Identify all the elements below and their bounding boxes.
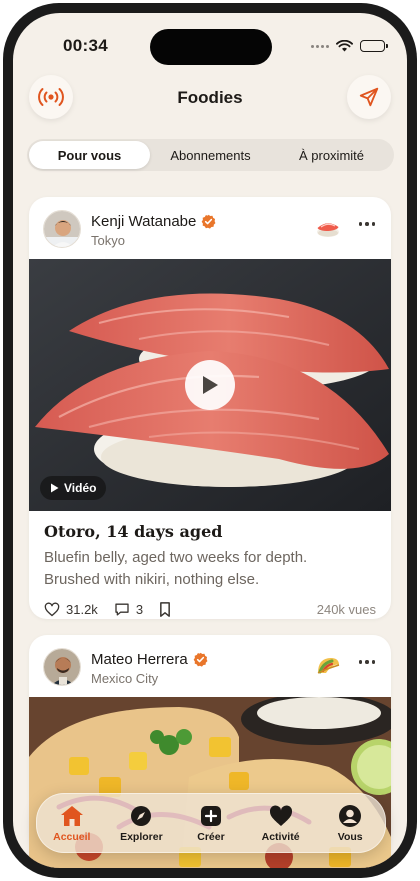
- tab-following[interactable]: Abonnements: [150, 141, 271, 169]
- author-row: Kenji Watanabe: [91, 213, 216, 230]
- more-options-icon[interactable]: [358, 660, 375, 664]
- sushi-emoji-icon: [317, 223, 339, 237]
- video-badge: Vidéo: [40, 476, 107, 500]
- post-actions: 31.2k 3: [44, 602, 179, 617]
- verified-icon: [202, 214, 216, 229]
- bottom-tab-bar: Accueil Explorer Créer Activité Vous: [36, 793, 386, 853]
- heart-outline-icon: [44, 602, 60, 617]
- taco-emoji-icon: [317, 658, 340, 674]
- verified-icon: [193, 652, 208, 667]
- feed-tabs: Pour vous Abonnements À proximité: [27, 139, 394, 171]
- heart-icon: [269, 804, 292, 826]
- like-count: 31.2k: [66, 602, 98, 617]
- author-name[interactable]: Kenji Watanabe: [91, 213, 196, 230]
- send-icon: [359, 87, 379, 107]
- avatar[interactable]: [43, 648, 81, 686]
- play-small-icon: [51, 483, 59, 493]
- wifi-icon: [336, 40, 353, 52]
- tab-for-you[interactable]: Pour vous: [29, 141, 150, 169]
- nav-explore-label: Explorer: [120, 830, 163, 843]
- author-row: Mateo Herrera: [91, 651, 208, 668]
- author-location: Mexico City: [91, 671, 159, 686]
- nav-home[interactable]: Accueil: [37, 794, 107, 852]
- play-icon: [203, 376, 218, 394]
- author-name[interactable]: Mateo Herrera: [91, 651, 188, 668]
- nav-activity-label: Activité: [261, 830, 300, 843]
- home-icon: [60, 805, 83, 826]
- post-header: Mateo Herrera Mexico City: [29, 635, 391, 697]
- status-icons: [311, 40, 388, 52]
- comment-button[interactable]: 3: [114, 602, 143, 617]
- bookmark-icon: [160, 602, 170, 617]
- post-card[interactable]: Kenji Watanabe Tokyo Vidéo Otoro, 14 day…: [29, 197, 391, 619]
- screen: 00:34 Foodies Pour vous Abonnements À pr…: [13, 13, 407, 868]
- nav-create-label: Créer: [197, 830, 225, 843]
- video-badge-label: Vidéo: [64, 481, 97, 495]
- status-time: 00:34: [63, 36, 108, 55]
- comment-icon: [115, 603, 129, 616]
- post-video[interactable]: Vidéo: [29, 259, 391, 511]
- avatar[interactable]: [43, 210, 81, 248]
- send-button[interactable]: [347, 75, 391, 119]
- view-count: 240k vues: [316, 602, 376, 617]
- save-button[interactable]: [159, 602, 171, 617]
- nav-profile[interactable]: Vous: [315, 794, 385, 852]
- nav-activity[interactable]: Activité: [246, 794, 316, 852]
- compass-icon: [131, 805, 152, 826]
- tab-nearby[interactable]: À proximité: [271, 141, 392, 169]
- post-header: Kenji Watanabe Tokyo: [29, 197, 391, 259]
- comment-count: 3: [135, 602, 144, 617]
- profile-icon: [339, 804, 362, 827]
- nav-profile-label: Vous: [337, 830, 363, 843]
- post-description: Bluefin belly, aged two weeks for depth.…: [44, 549, 308, 588]
- nav-create[interactable]: Créer: [176, 794, 246, 852]
- battery-icon: [360, 40, 388, 52]
- nav-explore[interactable]: Explorer: [107, 794, 177, 852]
- cellular-signal-icon: [311, 44, 329, 48]
- more-options-icon[interactable]: [358, 222, 375, 226]
- dynamic-island: [150, 29, 272, 65]
- play-button[interactable]: [185, 360, 235, 410]
- author-location: Tokyo: [91, 233, 125, 248]
- post-title: Otoro, 14 days aged: [44, 522, 223, 541]
- plus-square-icon: [200, 805, 221, 826]
- like-button[interactable]: 31.2k: [44, 602, 98, 617]
- status-bar: 00:34: [13, 13, 407, 67]
- phone-frame: 00:34 Foodies Pour vous Abonnements À pr…: [3, 3, 417, 878]
- nav-home-label: Accueil: [53, 830, 91, 843]
